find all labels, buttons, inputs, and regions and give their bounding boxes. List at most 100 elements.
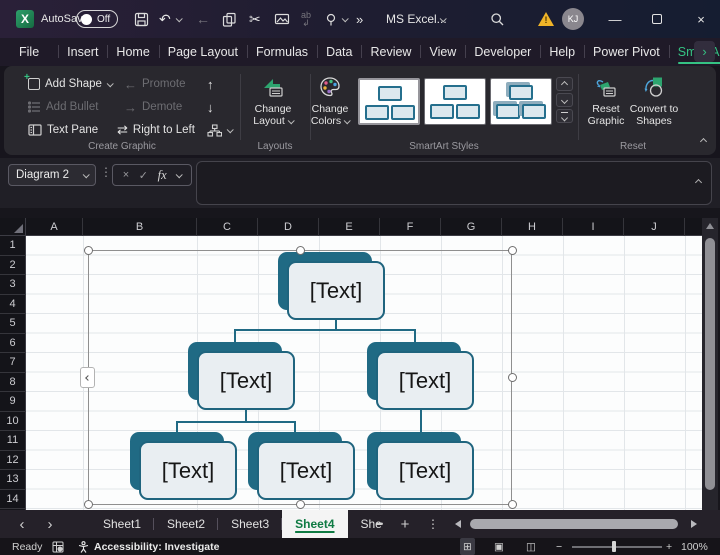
next-sheet-button[interactable]: › bbox=[38, 510, 62, 538]
paste-picture-button[interactable] bbox=[274, 0, 290, 38]
ribbon-tab[interactable]: Insert bbox=[58, 38, 107, 66]
smartart-node[interactable]: [Text] bbox=[278, 252, 385, 320]
alert-button[interactable]: ! bbox=[538, 0, 554, 38]
copy-button[interactable] bbox=[222, 0, 237, 38]
macro-record-button[interactable] bbox=[52, 538, 64, 555]
more-tabs-button[interactable]: › bbox=[694, 41, 715, 62]
resize-handle[interactable] bbox=[84, 500, 93, 509]
style-thumb[interactable] bbox=[490, 78, 552, 125]
scroll-up-arrow[interactable] bbox=[706, 223, 714, 229]
zoom-slider-track[interactable] bbox=[572, 546, 662, 548]
ribbon-tab[interactable]: Power Pivot bbox=[584, 38, 669, 66]
row-header[interactable]: 12 bbox=[0, 451, 26, 471]
sheet-tab[interactable]: Sheet1 bbox=[90, 510, 154, 538]
ribbon-tab[interactable]: Data bbox=[317, 38, 361, 66]
save-button[interactable] bbox=[134, 0, 149, 38]
zoom-level[interactable]: 100% bbox=[681, 538, 708, 555]
row-header[interactable]: 4 bbox=[0, 295, 26, 315]
convert-to-shapes-button[interactable]: Convert to Shapes bbox=[628, 74, 680, 127]
column-header[interactable]: F bbox=[380, 218, 441, 236]
row-header[interactable]: 3 bbox=[0, 275, 26, 295]
prev-sheet-button[interactable]: ‹ bbox=[10, 510, 34, 538]
ribbon-tab[interactable]: Home bbox=[107, 38, 158, 66]
ribbon-tab[interactable]: Review bbox=[361, 38, 420, 66]
page-layout-view-button[interactable]: ▣ bbox=[494, 538, 504, 555]
zoom-slider-thumb[interactable] bbox=[612, 541, 616, 552]
gallery-scroll-down[interactable] bbox=[556, 93, 573, 107]
touch-mode-button[interactable] bbox=[324, 0, 339, 38]
maximize-button[interactable] bbox=[642, 0, 672, 38]
demote-button[interactable]: → Demote bbox=[124, 98, 182, 116]
spelling-button[interactable]: ab↲ bbox=[301, 0, 311, 38]
horizontal-scroll-thumb[interactable] bbox=[470, 519, 678, 529]
move-up-button[interactable]: ↑ bbox=[207, 75, 214, 93]
collapse-ribbon-button[interactable] bbox=[701, 131, 706, 149]
column-header[interactable]: A bbox=[26, 218, 83, 236]
normal-view-button[interactable]: ⊞ bbox=[460, 538, 475, 555]
column-header[interactable]: H bbox=[502, 218, 563, 236]
chevron-down-icon[interactable] bbox=[176, 171, 183, 178]
row-header[interactable]: 2 bbox=[0, 256, 26, 276]
ribbon-tab[interactable]: Help bbox=[540, 38, 584, 66]
smartart-node[interactable]: [Text] bbox=[130, 432, 237, 500]
row-header[interactable]: 10 bbox=[0, 412, 26, 432]
vertical-scrollbar[interactable] bbox=[702, 218, 718, 510]
smartart-node[interactable]: [Text] bbox=[367, 432, 474, 500]
hscroll-right-arrow[interactable] bbox=[688, 510, 700, 538]
user-avatar[interactable]: KJ bbox=[562, 0, 584, 38]
row-header[interactable]: 5 bbox=[0, 314, 26, 334]
hscroll-left-arrow[interactable] bbox=[452, 510, 464, 538]
resize-handle[interactable] bbox=[508, 246, 517, 255]
move-down-button[interactable]: ↓ bbox=[207, 98, 214, 116]
column-header[interactable]: B bbox=[83, 218, 197, 236]
column-header[interactable]: G bbox=[441, 218, 502, 236]
touch-mode-dropdown[interactable] bbox=[342, 0, 347, 38]
ribbon-tab[interactable]: File bbox=[10, 38, 48, 66]
row-header[interactable]: 1 bbox=[0, 236, 26, 256]
gallery-scroll-up[interactable] bbox=[556, 77, 573, 91]
undo-button[interactable]: ↶ bbox=[159, 0, 171, 38]
text-pane-expander-button[interactable] bbox=[80, 367, 95, 388]
formula-input[interactable] bbox=[196, 161, 712, 205]
resize-handle[interactable] bbox=[84, 246, 93, 255]
gallery-more-button[interactable] bbox=[556, 109, 573, 123]
insert-function-button[interactable]: fx bbox=[158, 168, 167, 183]
accessibility-button[interactable] bbox=[78, 538, 89, 555]
reset-graphic-button[interactable]: Reset Graphic bbox=[580, 74, 632, 127]
row-header[interactable]: 14 bbox=[0, 490, 26, 510]
resize-handle[interactable] bbox=[508, 373, 517, 382]
sheet-tab[interactable]: Sheet3 bbox=[218, 510, 282, 538]
search-button[interactable] bbox=[490, 0, 505, 38]
ribbon-tab[interactable]: Page Layout bbox=[159, 38, 247, 66]
column-header[interactable]: J bbox=[624, 218, 685, 236]
more-sheets-button[interactable]: ••• bbox=[368, 510, 390, 538]
formula-options-handle[interactable]: ⋮ bbox=[100, 165, 112, 179]
row-header[interactable]: 6 bbox=[0, 334, 26, 354]
add-shape-button[interactable]: + Add Shape bbox=[28, 75, 112, 93]
row-header[interactable]: 7 bbox=[0, 353, 26, 373]
zoom-in-button[interactable]: + bbox=[666, 538, 672, 555]
close-button[interactable]: × bbox=[686, 0, 716, 38]
ribbon-tab[interactable]: Developer bbox=[465, 38, 540, 66]
toolbar-overflow-button[interactable]: » bbox=[356, 0, 363, 38]
column-header[interactable]: C bbox=[197, 218, 258, 236]
collapse-formula-bar-button[interactable] bbox=[696, 172, 701, 190]
smartart-node[interactable]: [Text] bbox=[367, 342, 474, 410]
cut-button[interactable]: ✂ bbox=[249, 0, 261, 38]
resize-handle[interactable] bbox=[296, 500, 305, 509]
style-thumb[interactable] bbox=[424, 78, 486, 125]
promote-button[interactable]: ← Promote bbox=[124, 75, 185, 93]
add-sheet-button[interactable]: + bbox=[396, 510, 414, 538]
org-layout-button[interactable] bbox=[207, 121, 232, 139]
resize-handle[interactable] bbox=[508, 500, 517, 509]
row-header[interactable]: 8 bbox=[0, 373, 26, 393]
change-layout-button[interactable]: Change Layout bbox=[247, 74, 299, 127]
sheet-tab[interactable]: Sheet2 bbox=[154, 510, 218, 538]
row-header[interactable]: 11 bbox=[0, 431, 26, 451]
cancel-button[interactable]: × bbox=[123, 169, 129, 181]
ribbon-tab[interactable]: Formulas bbox=[247, 38, 317, 66]
column-header[interactable]: I bbox=[563, 218, 624, 236]
row-header[interactable]: 9 bbox=[0, 392, 26, 412]
style-thumb-selected[interactable] bbox=[358, 78, 420, 125]
ribbon-tab[interactable]: View bbox=[420, 38, 465, 66]
